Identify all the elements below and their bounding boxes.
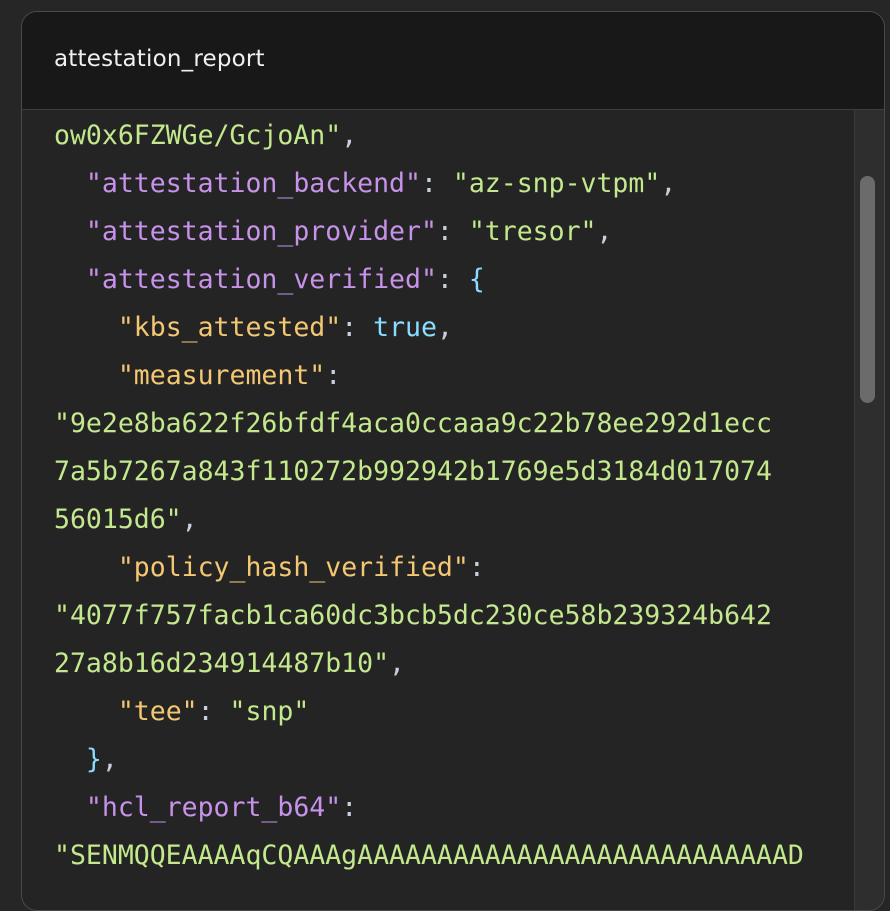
json-punctuation: , xyxy=(660,168,677,199)
json-key: "attestation_provider" xyxy=(85,216,437,247)
panel-title: attestation_report xyxy=(54,46,265,72)
code-line: "9e2e8ba622f26bfdf4aca0ccaaa9c22b78ee292… xyxy=(54,400,772,448)
json-key: "policy_hash_verified" xyxy=(117,552,469,583)
code-line: 7a5b7267a843f110272b992942b1769e5d3184d0… xyxy=(54,448,772,496)
code-line: 27a8b16d234914487b10", xyxy=(54,640,405,688)
json-brace: } xyxy=(85,744,102,775)
json-string-value: 27a8b16d234914487b10" xyxy=(54,648,390,679)
code-line: "attestation_verified": { xyxy=(54,256,485,304)
json-punctuation: , xyxy=(436,312,453,343)
json-string-value: "tresor" xyxy=(468,216,597,247)
vertical-scrollbar[interactable] xyxy=(854,110,884,910)
json-string-value: "4077f757facb1ca60dc3bcb5dc230ce58b23932… xyxy=(54,600,772,631)
json-punctuation: : xyxy=(436,216,469,247)
json-brace: { xyxy=(468,264,485,295)
json-string-value: ow0x6FZWGe/GcjoAn" xyxy=(54,120,342,151)
code-line: 56015d6", xyxy=(54,496,198,544)
code-line: "hcl_report_b64": xyxy=(54,784,357,832)
json-string-value: 7a5b7267a843f110272b992942b1769e5d3184d0… xyxy=(54,456,772,487)
code-line: ow0x6FZWGe/GcjoAn", xyxy=(54,112,357,160)
json-punctuation: , xyxy=(341,120,358,151)
attestation-report-panel: attestation_report ow0x6FZWGe/GcjoAn", "… xyxy=(21,11,885,911)
json-punctuation: , xyxy=(389,648,406,679)
json-punctuation: , xyxy=(101,744,118,775)
json-punctuation: : xyxy=(341,312,374,343)
panel-header: attestation_report xyxy=(22,12,884,110)
json-string-value: "snp" xyxy=(229,696,310,727)
json-boolean-value: true xyxy=(373,312,437,343)
code-line: "measurement": xyxy=(54,352,341,400)
json-key: "attestation_backend" xyxy=(85,168,421,199)
json-punctuation: : xyxy=(325,360,342,391)
code-line: "4077f757facb1ca60dc3bcb5dc230ce58b23932… xyxy=(54,592,772,640)
json-string-value: 56015d6" xyxy=(54,504,182,535)
json-punctuation: : xyxy=(197,696,230,727)
json-key: "tee" xyxy=(117,696,198,727)
code-line: "tee": "snp" xyxy=(54,688,309,736)
json-string-value: "SENMQQEAAAAqCQAAAgAAAAAAAAAAAAAAAAAAAAA… xyxy=(54,840,804,871)
json-punctuation: , xyxy=(596,216,613,247)
json-punctuation: : xyxy=(341,792,358,823)
scrollbar-thumb[interactable] xyxy=(860,176,875,403)
json-punctuation: : xyxy=(468,552,485,583)
json-string-value: "az-snp-vtpm" xyxy=(452,168,661,199)
json-punctuation: , xyxy=(181,504,198,535)
code-line: }, xyxy=(54,736,118,784)
json-punctuation: : xyxy=(436,264,469,295)
json-code-view[interactable]: ow0x6FZWGe/GcjoAn", "attestation_backend… xyxy=(22,110,856,910)
json-string-value: "9e2e8ba622f26bfdf4aca0ccaaa9c22b78ee292… xyxy=(54,408,772,439)
code-line: "policy_hash_verified": xyxy=(54,544,485,592)
code-line: "attestation_provider": "tresor", xyxy=(54,208,613,256)
json-key: "kbs_attested" xyxy=(117,312,342,343)
code-line: "kbs_attested": true, xyxy=(54,304,453,352)
code-line: "SENMQQEAAAAqCQAAAgAAAAAAAAAAAAAAAAAAAAA… xyxy=(54,832,804,880)
json-key: "measurement" xyxy=(117,360,326,391)
json-key: "attestation_verified" xyxy=(85,264,437,295)
json-key: "hcl_report_b64" xyxy=(85,792,342,823)
code-line: "attestation_backend": "az-snp-vtpm", xyxy=(54,160,676,208)
json-punctuation: : xyxy=(420,168,453,199)
